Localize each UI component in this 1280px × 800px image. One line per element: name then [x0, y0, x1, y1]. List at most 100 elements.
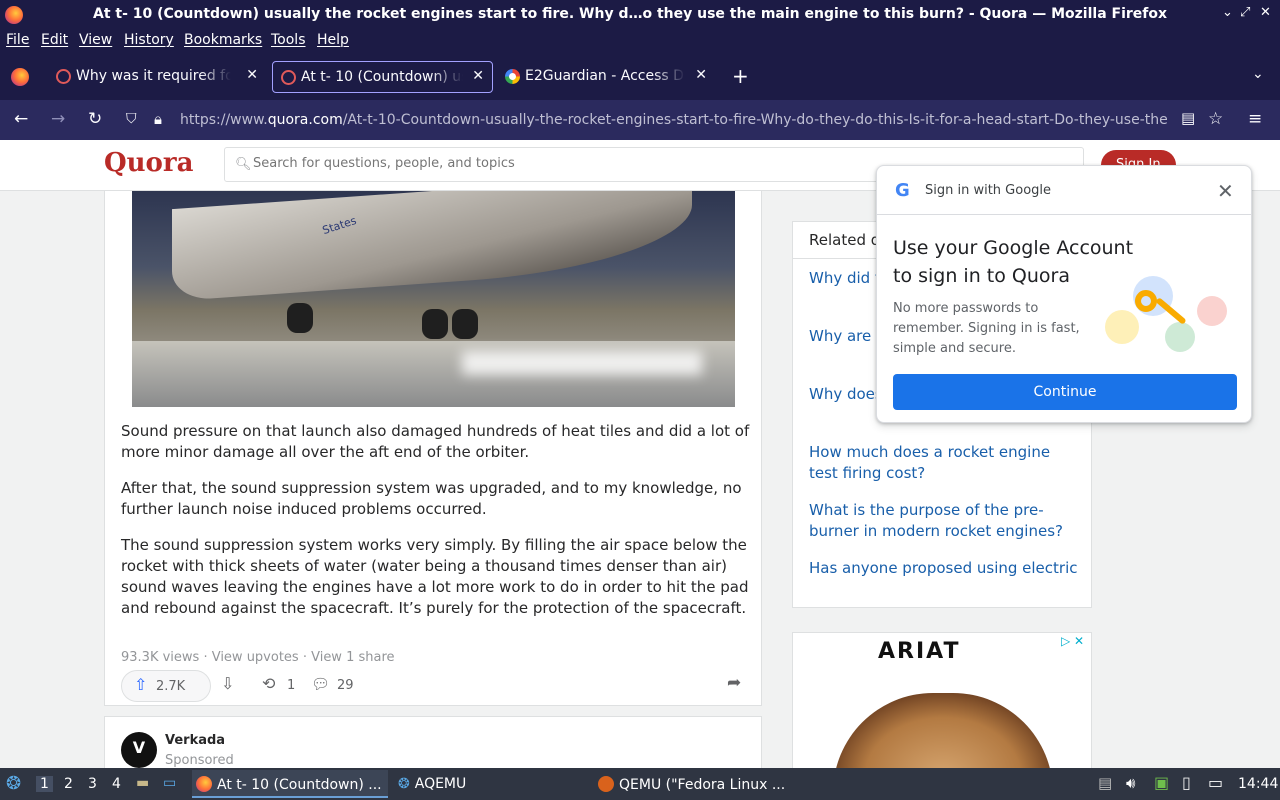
related-question-link[interactable]: What is the purpose of the pre-burner in…: [809, 500, 1079, 542]
menu-bar: File Edit View History Bookmarks Tools H…: [0, 30, 1280, 52]
taskbar-aqemu[interactable]: ❂ AQEMU: [396, 770, 586, 798]
show-desktop-icon[interactable]: ▭: [163, 775, 176, 791]
list-all-tabs-chevron-icon[interactable]: ⌄: [1252, 66, 1264, 82]
reader-view-icon[interactable]: ▤: [1181, 109, 1195, 127]
orbiter-shape: [172, 191, 692, 302]
answer-meta[interactable]: 93.3K views · View upvotes · View 1 shar…: [121, 650, 395, 665]
reshare-count: 1: [287, 678, 296, 693]
firefox-view-icon[interactable]: [11, 68, 29, 86]
tab-at-t-10-countdown[interactable]: At t- 10 (Countdown) usually ✕: [272, 61, 493, 93]
url-bar[interactable]: ⛉ 🔒︎ https://www.quora.com/At-t-10-Count…: [120, 104, 1172, 136]
tab-label: Why was it required for the: [76, 68, 231, 84]
google-popup-header-text: Sign in with Google: [925, 183, 1052, 198]
google-g-icon: G: [895, 180, 910, 201]
notes-icon[interactable]: ▯: [1182, 773, 1191, 792]
adchoices-icon[interactable]: ▷ ✕: [1061, 634, 1084, 648]
tab-label: At t- 10 (Countdown) usually: [301, 69, 463, 85]
tracking-protection-shield-icon[interactable]: ⛉: [126, 111, 137, 127]
close-tab-icon[interactable]: ✕: [695, 67, 707, 83]
ad-brand: ARIAT: [878, 639, 961, 664]
url-text[interactable]: https://www.quora.com/At-t-10-Countdown-…: [180, 112, 1170, 128]
close-popup-icon[interactable]: ✕: [1217, 179, 1234, 203]
answer-paragraph: Sound pressure on that launch also damag…: [121, 422, 750, 461]
maximize-icon[interactable]: ⤢: [1240, 5, 1250, 20]
new-tab-plus-icon[interactable]: +: [732, 64, 749, 88]
comment-count: 29: [337, 678, 354, 693]
hamburger-menu-icon[interactable]: ≡: [1248, 109, 1262, 129]
aqemu-icon: ❂: [398, 776, 410, 792]
menu-help[interactable]: Help: [317, 32, 349, 48]
title-bar: At t- 10 (Countdown) usually the rocket …: [0, 0, 1280, 30]
menu-history[interactable]: History: [124, 32, 174, 48]
space-shuttle-photo: States: [132, 191, 735, 407]
workspace-3[interactable]: 3: [88, 776, 97, 792]
workspace-4[interactable]: 4: [112, 776, 121, 792]
lock-icon[interactable]: 🔒︎: [154, 110, 162, 128]
google-popup-description: No more passwords to remember. Signing i…: [893, 301, 1080, 356]
tab-bar: Why was it required for the ✕ At t- 10 (…: [0, 52, 1280, 100]
taskbar-qemu[interactable]: QEMU ("Fedora Linux ...: [596, 770, 792, 798]
menu-bookmarks[interactable]: Bookmarks: [184, 32, 262, 48]
sponsor-name[interactable]: Verkada: [165, 733, 225, 748]
clipboard-icon[interactable]: ▤: [1098, 774, 1112, 792]
back-arrow-icon[interactable]: ←: [14, 109, 28, 129]
file-manager-icon[interactable]: ▬: [136, 775, 149, 791]
workspace-1[interactable]: 1: [36, 776, 53, 792]
floor-glare: [462, 351, 702, 375]
taskbar-item-label: AQEMU: [414, 776, 467, 792]
taskbar-item-label: At t- 10 (Countdown) ...: [217, 777, 382, 793]
close-tab-icon[interactable]: ✕: [246, 67, 258, 83]
sponsored-label: Sponsored: [165, 753, 234, 768]
volume-icon[interactable]: 🔊︎: [1126, 774, 1135, 792]
verkada-logo-icon[interactable]: V: [121, 732, 157, 768]
share-arrow-icon[interactable]: ➦: [727, 673, 741, 693]
taskbar-clock: 14:44: [1238, 776, 1279, 792]
firefox-window: At t- 10 (Countdown) usually the rocket …: [0, 0, 1280, 800]
screen-icon[interactable]: ▭: [1208, 773, 1223, 792]
reload-icon[interactable]: ↻: [88, 109, 102, 129]
continue-button[interactable]: Continue: [893, 374, 1237, 410]
start-menu-icon[interactable]: ❂: [6, 773, 21, 794]
comment-icon[interactable]: 💬︎: [311, 675, 330, 693]
tab-why-was-it-required[interactable]: Why was it required for the ✕: [48, 61, 266, 93]
taskbar-item-label: QEMU ("Fedora Linux ...: [619, 777, 786, 793]
taskbar: ❂ 1 2 3 4 ▬ ▭ At t- 10 (Countdown) ... ❂…: [0, 768, 1280, 800]
upvote-button[interactable]: ⇧ 2.7K: [121, 670, 211, 702]
related-question-link[interactable]: How much does a rocket engine test firin…: [809, 442, 1079, 484]
search-icon: 🔍︎: [235, 157, 252, 172]
upvote-count: 2.7K: [156, 679, 186, 694]
tab-e2guardian[interactable]: E2Guardian - Access Denied ✕: [497, 61, 715, 93]
landing-gear: [422, 309, 448, 339]
related-question-link[interactable]: Has anyone proposed using electric turbo…: [809, 558, 1079, 600]
taskbar-firefox[interactable]: At t- 10 (Countdown) ...: [192, 770, 388, 798]
landing-gear: [287, 303, 313, 333]
window-title: At t- 10 (Countdown) usually the rocket …: [92, 6, 1168, 22]
workspace-2[interactable]: 2: [64, 776, 73, 792]
forward-arrow-icon[interactable]: →: [51, 109, 65, 129]
key-illustration-icon: [1105, 276, 1229, 352]
navigation-bar: ← → ↻ ⛉ 🔒︎ https://www.quora.com/At-t-10…: [0, 100, 1280, 140]
answer-paragraph: The sound suppression system works very …: [121, 536, 749, 617]
menu-tools[interactable]: Tools: [271, 32, 306, 48]
close-window-icon[interactable]: ✕: [1260, 5, 1271, 20]
downvote-arrow-icon[interactable]: ⇩: [221, 674, 234, 693]
quora-favicon-icon: [281, 70, 296, 85]
close-tab-icon[interactable]: ✕: [472, 68, 484, 84]
menu-view[interactable]: View: [79, 32, 112, 48]
minimize-icon[interactable]: ⌄: [1222, 5, 1233, 20]
qemu-icon: [598, 776, 614, 792]
bookmark-star-icon[interactable]: ☆: [1208, 109, 1223, 129]
firefox-logo-icon: [5, 6, 23, 24]
tab-label: E2Guardian - Access Denied: [525, 68, 685, 84]
reshare-icon[interactable]: ⟲: [262, 674, 275, 693]
google-popup-header: G Sign in with Google ✕: [877, 166, 1251, 215]
quora-logo[interactable]: Quora: [104, 148, 193, 178]
menu-file[interactable]: File: [6, 32, 29, 48]
answer-paragraph: After that, the sound suppression system…: [121, 479, 742, 518]
firefox-taskbar-icon: [196, 776, 212, 792]
answer-card: States Sound pressure on that launch als…: [104, 191, 762, 706]
menu-edit[interactable]: Edit: [41, 32, 68, 48]
network-icon[interactable]: ▣: [1154, 773, 1169, 792]
google-favicon-icon: [505, 69, 520, 84]
ariat-ad[interactable]: ▷ ✕ ARIAT: [792, 632, 1092, 772]
